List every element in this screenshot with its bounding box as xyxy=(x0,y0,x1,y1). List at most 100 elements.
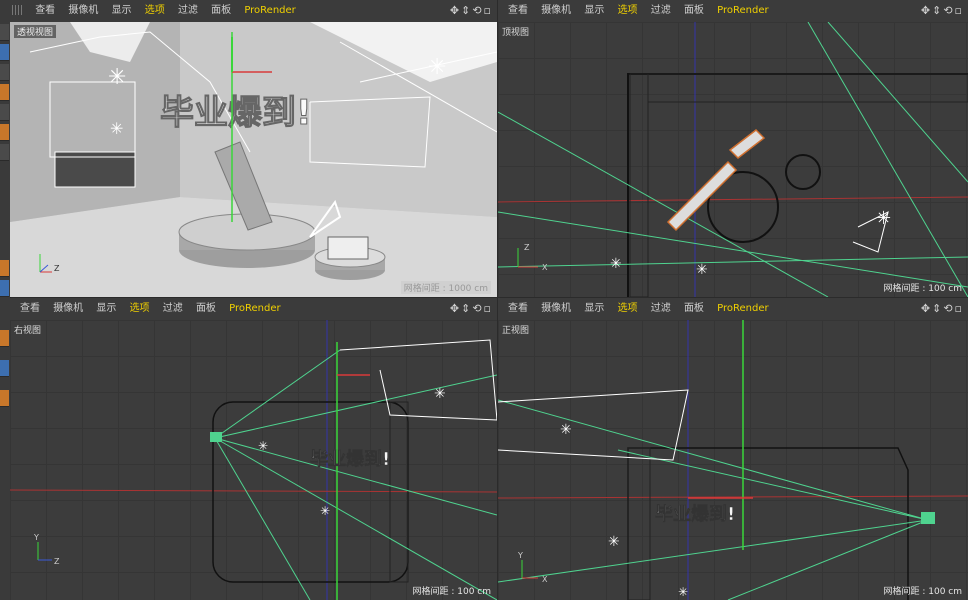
menu-view[interactable]: 查看 xyxy=(508,298,528,320)
svg-text:✳: ✳ xyxy=(434,386,446,402)
grid-spacing-label: 网格间距 : 100 cm xyxy=(883,587,962,597)
svg-text:✳: ✳ xyxy=(876,208,891,229)
tool-button[interactable] xyxy=(0,44,9,61)
viewport-title: 顶视图 xyxy=(502,28,530,38)
grid-spacing-label: 网格间距 : 1000 cm xyxy=(400,281,491,294)
menu-panel[interactable]: 面板 xyxy=(684,0,704,22)
menu-filter[interactable]: 过滤 xyxy=(651,298,671,320)
svg-text:✳: ✳ xyxy=(110,119,123,138)
menu-prorender[interactable]: ProRender xyxy=(229,298,280,320)
tool-button[interactable] xyxy=(0,330,9,347)
menu-prorender[interactable]: ProRender xyxy=(717,298,768,320)
menu-view[interactable]: 查看 xyxy=(35,0,55,22)
move-icon[interactable]: ✥ xyxy=(921,302,932,315)
rotate-icon[interactable]: ⟲ xyxy=(472,4,483,17)
viewport-menubar: 查看 摄像机 显示 选项 过滤 面板 ProRender xyxy=(10,298,497,321)
svg-text:✳: ✳ xyxy=(108,65,126,90)
viewport-controls: ✥⇕⟲▫ xyxy=(450,0,493,22)
viewport-controls: ✥⇕⟲▫ xyxy=(921,0,964,22)
move-icon[interactable]: ✥ xyxy=(921,4,932,17)
maximize-icon[interactable]: ▫ xyxy=(484,302,493,315)
svg-text:Z: Z xyxy=(54,264,60,273)
right-scene: 毕业爆到! ✳ ✳ ✳ Y Z xyxy=(10,320,497,600)
banner-text: 毕业爆到! xyxy=(160,93,312,133)
viewport-menubar: 查看 摄像机 显示 选项 过滤 面板 ProRender xyxy=(10,0,497,23)
menu-options[interactable]: 选项 xyxy=(145,0,165,22)
move-icon[interactable]: ✥ xyxy=(450,302,461,315)
pan-icon[interactable]: ⇕ xyxy=(461,4,472,17)
menu-display[interactable]: 显示 xyxy=(584,0,604,22)
grid-spacing-label: 网格间距 : 100 cm xyxy=(412,587,491,597)
svg-text:Z: Z xyxy=(524,243,530,252)
menu-display[interactable]: 显示 xyxy=(112,0,132,22)
svg-text:✳: ✳ xyxy=(258,439,268,453)
tool-button[interactable] xyxy=(0,260,9,277)
menu-filter[interactable]: 过滤 xyxy=(651,0,671,22)
top-canvas[interactable]: ✳ ✳ ✳ Z X 顶视图 网格间距 : 100 cm xyxy=(498,22,968,297)
move-icon[interactable]: ✥ xyxy=(450,4,461,17)
menu-filter[interactable]: 过滤 xyxy=(163,298,183,320)
svg-text:✳: ✳ xyxy=(678,585,688,599)
svg-text:✳: ✳ xyxy=(608,534,620,550)
svg-text:✳: ✳ xyxy=(696,262,708,278)
menu-display[interactable]: 显示 xyxy=(96,298,116,320)
front-canvas[interactable]: 毕业爆到! ✳ ✳ ✳ Y X 正视图 网格间距 : 100 cm xyxy=(498,320,968,600)
menu-camera[interactable]: 摄像机 xyxy=(68,0,98,22)
tool-button[interactable] xyxy=(0,64,9,81)
perspective-canvas[interactable]: 毕业爆到! ✳ ✳ ✳ Z 透视视图 网格间距: 1000 cm xyxy=(10,22,497,297)
viewport-right[interactable]: 查看 摄像机 显示 选项 过滤 面板 ProRender ✥⇕⟲▫ 毕业爆到! … xyxy=(10,298,497,600)
rotate-icon[interactable]: ⟲ xyxy=(943,4,954,17)
viewport-top[interactable]: 查看 摄像机 显示 选项 过滤 面板 ProRender ✥⇕⟲▫ ✳ ✳ ✳ … xyxy=(498,0,968,297)
maximize-icon[interactable]: ▫ xyxy=(955,302,964,315)
menu-filter[interactable]: 过滤 xyxy=(178,0,198,22)
svg-text:✳: ✳ xyxy=(428,55,446,80)
menu-prorender[interactable]: ProRender xyxy=(717,0,768,22)
top-scene: ✳ ✳ ✳ Z X xyxy=(498,22,968,297)
perspective-scene: 毕业爆到! ✳ ✳ ✳ Z xyxy=(10,22,497,297)
svg-text:X: X xyxy=(542,263,548,272)
grip-icon xyxy=(12,5,22,15)
menu-view[interactable]: 查看 xyxy=(20,298,40,320)
svg-text:Y: Y xyxy=(517,551,523,560)
menu-display[interactable]: 显示 xyxy=(584,298,604,320)
pan-icon[interactable]: ⇕ xyxy=(461,302,472,315)
tool-button[interactable] xyxy=(0,360,9,377)
tool-button[interactable] xyxy=(0,104,9,121)
viewport-controls: ✥⇕⟲▫ xyxy=(450,298,493,320)
menu-camera[interactable]: 摄像机 xyxy=(541,298,571,320)
maximize-icon[interactable]: ▫ xyxy=(955,4,964,17)
svg-text:Z: Z xyxy=(54,557,60,566)
menu-panel[interactable]: 面板 xyxy=(211,0,231,22)
banner-text-front: 毕业爆到! xyxy=(655,504,735,525)
pan-icon[interactable]: ⇕ xyxy=(932,302,943,315)
tool-button[interactable] xyxy=(0,84,9,101)
tool-button[interactable] xyxy=(0,280,9,297)
svg-text:✳: ✳ xyxy=(610,256,622,272)
tool-button[interactable] xyxy=(0,144,9,161)
viewport-title: 正视图 xyxy=(502,326,530,336)
tool-button[interactable] xyxy=(0,390,9,407)
right-canvas[interactable]: 毕业爆到! ✳ ✳ ✳ Y Z 右视图 网格间距 : 100 cm xyxy=(10,320,497,600)
viewport-menubar: 查看 摄像机 显示 选项 过滤 面板 ProRender xyxy=(498,298,968,321)
menu-options[interactable]: 选项 xyxy=(618,0,638,22)
rotate-icon[interactable]: ⟲ xyxy=(943,302,954,315)
menu-options[interactable]: 选项 xyxy=(130,298,150,320)
viewport-perspective[interactable]: 查看 摄像机 显示 选项 过滤 面板 ProRender ✥⇕⟲▫ 毕业爆到! … xyxy=(10,0,497,297)
viewport-title: 透视视图 xyxy=(14,25,57,38)
grid-spacing-label: 网格间距 : 100 cm xyxy=(883,284,962,294)
viewport-front[interactable]: 查看 摄像机 显示 选项 过滤 面板 ProRender ✥⇕⟲▫ 毕业爆到! … xyxy=(498,298,968,600)
maximize-icon[interactable]: ▫ xyxy=(484,4,493,17)
tool-button[interactable] xyxy=(0,124,9,141)
menu-camera[interactable]: 摄像机 xyxy=(53,298,83,320)
menu-prorender[interactable]: ProRender xyxy=(244,0,295,22)
viewport-menubar: 查看 摄像机 显示 选项 过滤 面板 ProRender xyxy=(498,0,968,23)
menu-panel[interactable]: 面板 xyxy=(196,298,216,320)
menu-view[interactable]: 查看 xyxy=(508,0,528,22)
svg-text:X: X xyxy=(542,575,548,584)
pan-icon[interactable]: ⇕ xyxy=(932,4,943,17)
menu-panel[interactable]: 面板 xyxy=(684,298,704,320)
menu-camera[interactable]: 摄像机 xyxy=(541,0,571,22)
rotate-icon[interactable]: ⟲ xyxy=(472,302,483,315)
menu-options[interactable]: 选项 xyxy=(618,298,638,320)
tool-button[interactable] xyxy=(0,24,9,41)
